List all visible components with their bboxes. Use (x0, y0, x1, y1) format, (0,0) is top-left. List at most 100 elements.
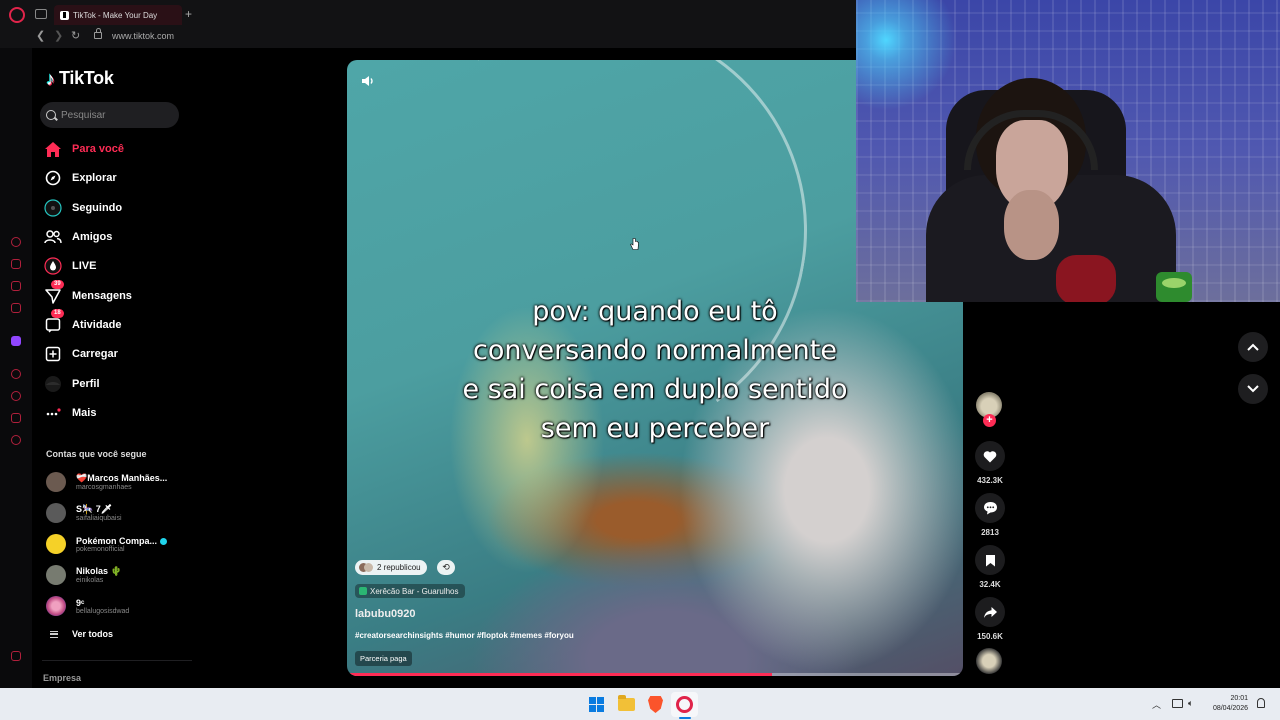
previous-video-button[interactable] (1238, 332, 1268, 362)
share-button[interactable] (975, 597, 1005, 627)
share-action[interactable]: 150.6K (975, 597, 1005, 641)
lock-icon[interactable] (94, 28, 102, 39)
tray-chevron-up-icon[interactable]: ︿ (1152, 698, 1161, 711)
location-text: Xerêcão Bar - Guarulhos (370, 586, 459, 596)
webcam-overlay (856, 0, 1280, 302)
see-all-button[interactable]: Ver todos (50, 629, 113, 639)
messenger-icon[interactable] (11, 281, 21, 291)
messages-badge: 39 (51, 280, 64, 289)
speaker-icon[interactable]: 🔈︎ (1188, 698, 1193, 709)
footer-link-company[interactable]: Empresa (43, 673, 81, 683)
tab-list-icon[interactable] (35, 9, 47, 19)
following-account[interactable]: 9ᶜ bellalugosisdwad (46, 593, 186, 619)
tiktok-logo[interactable]: ♪ TikTok (46, 68, 114, 89)
bookmark-action[interactable]: 32.4K (975, 545, 1005, 589)
avatar (46, 596, 66, 616)
volume-icon[interactable] (361, 75, 375, 87)
nav-messages[interactable]: 39 Mensagens (44, 280, 184, 308)
like-button[interactable] (975, 441, 1005, 471)
back-icon[interactable]: ❮ (36, 30, 45, 42)
search-input[interactable] (61, 109, 171, 121)
following-account-name: ❤️‍🩹Marcos Manhães... (76, 473, 168, 483)
repost-chip[interactable]: 2 republicou (355, 560, 427, 575)
following-account[interactable]: ❤️‍🩹Marcos Manhães... marcosgmanhaes (46, 469, 186, 495)
nav-following[interactable]: Seguindo (44, 196, 184, 220)
video-hashtags[interactable]: #creatorsearchinsights #humor #floptok #… (355, 631, 574, 640)
address-bar[interactable]: www.tiktok.com (112, 31, 174, 41)
next-video-button[interactable] (1238, 374, 1268, 404)
following-account-name-row: Pokémon Compa... (76, 536, 168, 546)
video-author[interactable]: labubu0920 (355, 608, 416, 620)
history-icon[interactable] (11, 237, 21, 247)
file-explorer-icon[interactable] (618, 695, 635, 711)
opera-sidebar (0, 48, 32, 688)
following-account-name: S🎠 7🗡 (76, 504, 113, 514)
nav-more-label: Mais (72, 407, 97, 419)
list-icon (50, 630, 58, 638)
comment-button[interactable] (975, 493, 1005, 523)
like-action[interactable]: 432.3K (975, 441, 1005, 485)
search-box[interactable] (40, 102, 179, 128)
location-chip[interactable]: Xerêcão Bar - Guarulhos (355, 584, 465, 598)
clock-icon[interactable] (11, 391, 21, 401)
extensions-icon[interactable] (11, 413, 21, 423)
following-account[interactable]: Pokémon Compa... pokemonofficial (46, 531, 186, 557)
settings-icon[interactable] (11, 435, 21, 445)
comment-action[interactable]: 2813 (975, 493, 1005, 537)
search-icon (46, 110, 56, 120)
opera-browser-icon[interactable] (676, 696, 693, 713)
tab-title: TikTok - Make Your Day (73, 10, 158, 20)
add-icon[interactable] (11, 369, 21, 379)
workspace-icon[interactable] (11, 259, 21, 269)
nav-upload[interactable]: Carregar (44, 342, 184, 366)
clock-date: 08/04/2026 (1212, 705, 1248, 712)
activity-badge: 18 (51, 309, 64, 318)
clock-time: 20:01 (1230, 695, 1248, 702)
forward-icon[interactable]: ❯ (54, 30, 63, 42)
verified-icon (160, 537, 168, 545)
active-app-indicator (679, 717, 691, 719)
bookmark-button[interactable] (975, 545, 1005, 575)
following-account[interactable]: S🎠 7🗡 saifaliaiqubaisi (46, 500, 186, 526)
shirt-print (1056, 255, 1116, 302)
vpn-icon[interactable] (11, 651, 21, 661)
browser-tab[interactable]: TikTok - Make Your Day (54, 5, 182, 25)
opera-menu-icon[interactable] (9, 7, 25, 23)
avatar (46, 472, 66, 492)
profile-avatar-icon (44, 375, 62, 393)
repost-text: 2 republicou (377, 563, 421, 572)
nav-following-label: Seguindo (72, 202, 123, 214)
notification-icon[interactable] (1257, 698, 1265, 708)
nav-upload-label: Carregar (72, 348, 118, 360)
reload-icon[interactable]: ↻ (71, 30, 80, 42)
system-clock[interactable]: 20:01 08/04/2026 (1204, 694, 1248, 714)
music-disc-icon[interactable] (976, 648, 1002, 674)
see-all-label: Ver todos (72, 629, 114, 639)
friends-icon (44, 228, 62, 246)
bookmark-icon (985, 554, 995, 566)
nav-friends[interactable]: Amigos (44, 225, 184, 249)
repost-icon[interactable]: ⟲ (437, 560, 455, 575)
following-account[interactable]: Nikolas 🌵 einikolas (46, 562, 186, 588)
nav-for-you-label: Para você (72, 143, 124, 155)
windows-start-icon[interactable] (589, 697, 604, 712)
follow-plus-icon[interactable]: + (983, 414, 996, 427)
hand-cursor-icon (630, 238, 639, 250)
following-account-handle: bellalugosisdwad (76, 607, 130, 615)
new-tab-button[interactable]: + (185, 8, 192, 20)
nav-explore[interactable]: Explorar (44, 166, 184, 190)
twitch-icon[interactable] (11, 336, 21, 346)
video-progress-bar[interactable] (347, 673, 963, 676)
nav-more[interactable]: Mais (44, 401, 184, 425)
player-icon[interactable] (11, 303, 21, 313)
nav-activity[interactable]: 18 Atividade (44, 309, 184, 337)
tiktok-note-icon: ♪ (46, 68, 55, 89)
nav-profile[interactable]: Perfil (44, 372, 184, 396)
nav-live[interactable]: LIVE (44, 254, 184, 278)
following-account-name: 9ᶜ (76, 597, 85, 608)
brave-browser-icon[interactable] (648, 696, 663, 713)
tiktok-logo-text: TikTok (59, 68, 114, 88)
following-avatar-icon (44, 199, 62, 217)
network-icon[interactable] (1172, 699, 1183, 708)
nav-for-you[interactable]: Para você (44, 137, 184, 161)
